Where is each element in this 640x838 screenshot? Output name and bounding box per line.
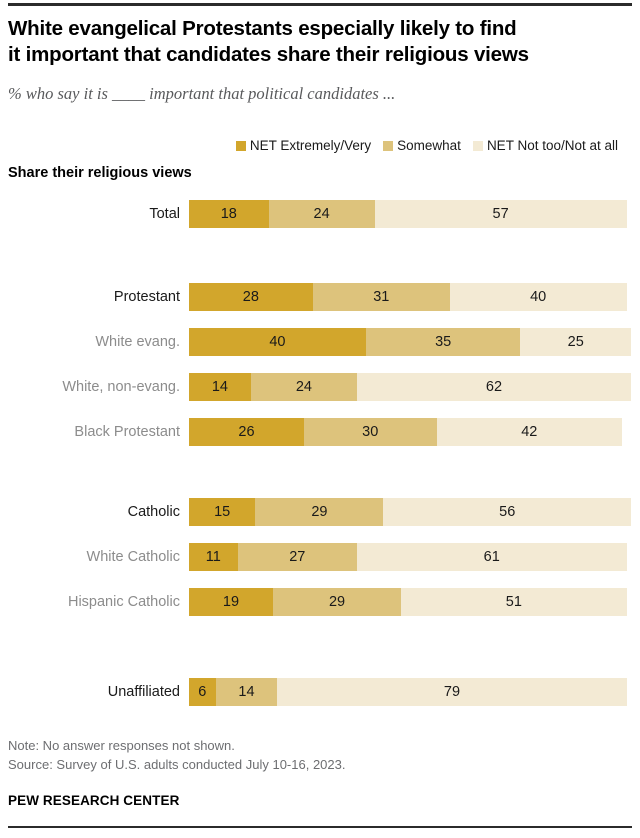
bar-segment-value: 40 [269, 334, 286, 350]
bar-segment-value: 31 [373, 289, 390, 305]
bar-segment-value: 26 [238, 424, 255, 440]
bar-segment-value: 25 [567, 334, 584, 350]
bar-segment-value: 42 [521, 424, 538, 440]
stacked-bar: 6 14 79 [189, 678, 627, 706]
chart-row: Unaffiliated 6 14 79 [0, 678, 640, 706]
bar-segment-value: 15 [214, 504, 231, 520]
bar-segment-value: 27 [289, 549, 306, 565]
stacked-bar-chart: Total 18 24 57 Protestant 28 31 40 White evang. 4… [0, 0, 640, 760]
chart-row: Black Protestant 26 30 42 [0, 418, 640, 446]
bar-segment: 11 [189, 543, 238, 571]
chart-row: White Catholic 11 27 61 [0, 543, 640, 571]
chart-source: Source: Survey of U.S. adults conducted … [8, 757, 346, 772]
bar-segment: 35 [365, 328, 521, 356]
chart-row-label: Unaffiliated [107, 684, 180, 700]
bar-segment: 30 [303, 418, 437, 446]
bar-segment: 61 [356, 543, 627, 571]
bar-segment: 14 [215, 678, 278, 706]
bar-segment: 28 [189, 283, 313, 311]
bar-segment: 51 [401, 588, 627, 616]
chart-row-label: Catholic [127, 504, 180, 520]
bar-segment: 40 [189, 328, 366, 356]
bar-segment-value: 61 [483, 549, 500, 565]
chart-row: Total 18 24 57 [0, 200, 640, 228]
bar-segment: 57 [374, 200, 627, 228]
chart-row-label: White evang. [95, 334, 180, 350]
chart-row: White evang. 40 35 25 [0, 328, 640, 356]
bar-segment: 79 [277, 678, 627, 706]
chart-row-label: White, non-evang. [62, 379, 180, 395]
bar-segment: 40 [449, 283, 627, 311]
chart-row: Protestant 28 31 40 [0, 283, 640, 311]
bar-segment-value: 14 [211, 379, 228, 395]
stacked-bar: 19 29 51 [189, 588, 627, 616]
stacked-bar: 11 27 61 [189, 543, 627, 571]
bar-segment: 42 [436, 418, 623, 446]
chart-row: Catholic 15 29 56 [0, 498, 640, 526]
bar-segment: 24 [268, 200, 375, 228]
stacked-bar: 14 24 62 [189, 373, 631, 401]
bar-segment-value: 24 [313, 206, 330, 222]
bar-segment: 62 [356, 373, 631, 401]
stacked-bar: 15 29 56 [189, 498, 631, 526]
bar-segment: 26 [189, 418, 304, 446]
bar-segment: 27 [237, 543, 357, 571]
bar-segment: 19 [189, 588, 273, 616]
bar-segment-value: 11 [205, 549, 221, 565]
chart-row: Hispanic Catholic 19 29 51 [0, 588, 640, 616]
bar-segment: 56 [383, 498, 631, 526]
bar-segment-value: 14 [238, 684, 255, 700]
bar-segment: 15 [189, 498, 256, 526]
bar-segment: 6 [189, 678, 216, 706]
bar-segment: 29 [272, 588, 402, 616]
bar-segment: 24 [250, 373, 357, 401]
chart-note: Note: No answer responses not shown. [8, 738, 235, 753]
bottom-divider-rule [8, 826, 632, 828]
chart-row-label: White Catholic [86, 549, 180, 565]
bar-segment-value: 19 [222, 594, 240, 610]
stacked-bar: 18 24 57 [189, 200, 627, 228]
bar-segment-value: 51 [505, 594, 522, 610]
bar-segment-value: 62 [485, 379, 503, 395]
chart-row-label: Hispanic Catholic [67, 594, 180, 610]
bar-segment: 14 [189, 373, 251, 401]
bar-segment-value: 18 [220, 206, 237, 222]
chart-row: White, non-evang. 14 24 62 [0, 373, 640, 401]
infographic-page: White evangelical Protestants especially… [0, 0, 640, 838]
bar-segment: 25 [520, 328, 631, 356]
stacked-bar: 26 30 42 [189, 418, 623, 446]
pew-research-center-brand: PEW RESEARCH CENTER [8, 793, 180, 808]
bar-segment: 29 [255, 498, 384, 526]
bar-segment: 31 [312, 283, 450, 311]
bar-segment-value: 6 [198, 684, 207, 700]
stacked-bar: 40 35 25 [189, 328, 631, 356]
chart-row-label: Total [149, 206, 180, 222]
bar-segment-value: 24 [295, 379, 312, 395]
bar-segment-value: 40 [530, 289, 547, 305]
bar-segment-value: 29 [328, 594, 346, 610]
chart-row-label: Protestant [113, 289, 180, 305]
bar-segment-value: 35 [435, 334, 452, 350]
bar-segment-value: 30 [362, 424, 379, 440]
bar-segment-value: 29 [311, 504, 328, 520]
chart-row-label: Black Protestant [74, 424, 180, 440]
bar-segment-value: 79 [443, 684, 461, 700]
bar-segment-value: 57 [492, 206, 509, 222]
stacked-bar: 28 31 40 [189, 283, 627, 311]
bar-segment-value: 28 [242, 289, 259, 305]
bar-segment-value: 56 [499, 504, 516, 520]
bar-segment: 18 [189, 200, 269, 228]
